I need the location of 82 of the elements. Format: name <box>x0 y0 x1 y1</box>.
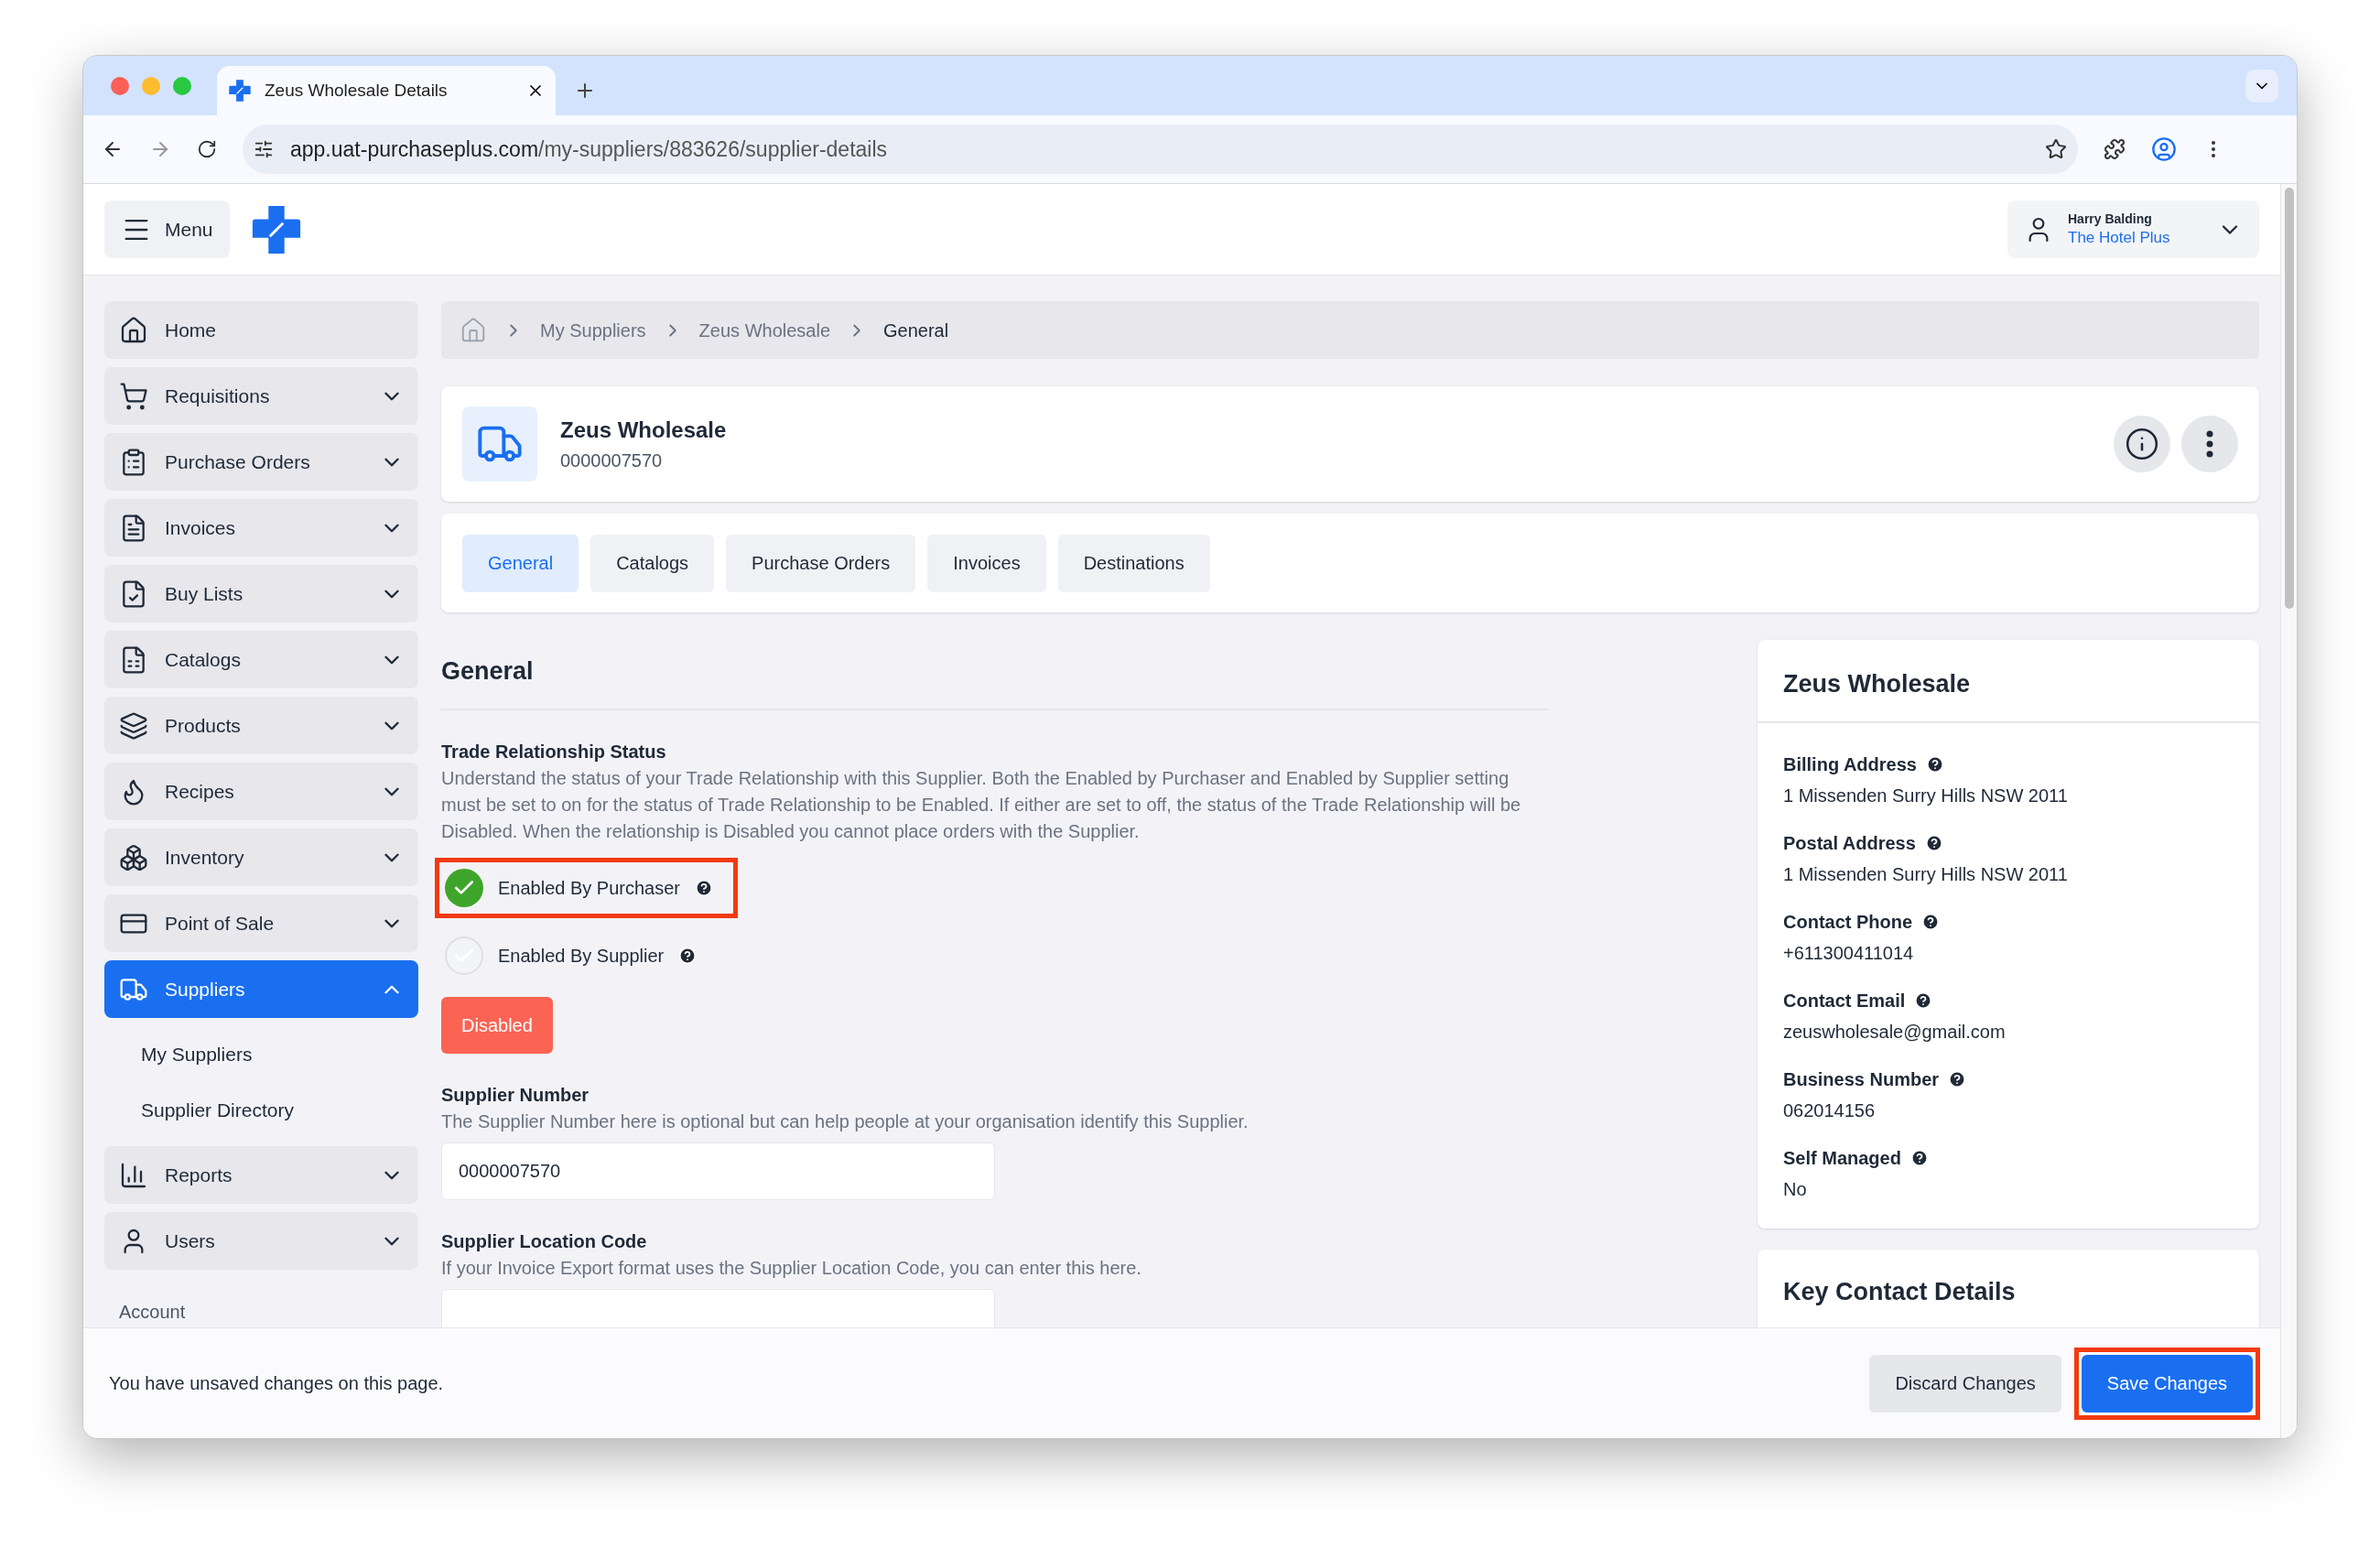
detail-value: 062014156 <box>1783 1099 1877 1122</box>
checkbox-label: Enabled By Supplier <box>498 944 665 968</box>
more-icon <box>2206 430 2213 458</box>
help-icon[interactable] <box>1924 833 1943 852</box>
detail-label: Business Number <box>1783 1067 1940 1091</box>
layers-icon <box>119 710 148 741</box>
field-description: The Supplier Number here is optional but can help people at your organisation identify this Supplier. <box>441 1110 1250 1133</box>
breadcrumb-link[interactable]: My Suppliers <box>540 316 646 344</box>
save-button[interactable]: Save Changes <box>2081 1354 2253 1413</box>
status-badge: Disabled <box>441 996 553 1054</box>
sidebar-item[interactable]: Purchase Orders <box>104 433 418 491</box>
detail-value: zeuswholesale@gmail.com <box>1783 1020 2007 1044</box>
detail-value: No <box>1783 1177 1808 1201</box>
sidebar-item[interactable]: Users <box>104 1212 418 1270</box>
field-description: Understand the status of your Trade Relationship with this Supplier. Both the Enabled by Purchaser and Enabled by Supplier setting must be set to on for the status of Trade Relationship to be Enabled. If either are set to off, the status of the Trade Relationship will be Disabled. When the relationship is Disabled you cannot place orders with the Supplier. <box>441 766 1522 843</box>
reload-icon[interactable] <box>197 139 217 159</box>
site-settings-icon[interactable] <box>254 139 274 159</box>
logo-icon[interactable] <box>228 79 252 103</box>
browser-tab[interactable]: Zeus Wholesale Details <box>217 66 556 115</box>
sidebar-item[interactable]: Point of Sale <box>104 894 418 952</box>
sidebar-item[interactable]: Suppliers <box>104 960 418 1018</box>
tab[interactable]: Invoices <box>927 534 1046 592</box>
help-icon[interactable] <box>695 878 713 897</box>
sidebar-item[interactable]: Inventory <box>104 828 418 886</box>
detail-label: Billing Address <box>1783 752 1917 776</box>
field-label: Supplier Location Code <box>441 1229 648 1253</box>
section-heading: General <box>441 656 535 687</box>
detail-value: 1 Missenden Surry Hills NSW 2011 <box>1783 862 2069 886</box>
boxes-icon <box>119 842 148 872</box>
help-icon[interactable] <box>1948 1069 1967 1088</box>
detail-label: Contact Phone <box>1783 910 1913 934</box>
sidebar-item[interactable]: Home <box>104 301 418 359</box>
tab[interactable]: Destinations <box>1057 534 1210 592</box>
supplier-name: Zeus Wholesale <box>560 417 728 444</box>
user-menu-button[interactable]: Harry Balding The Hotel Plus <box>2007 200 2259 258</box>
truck-icon <box>462 406 537 482</box>
url-text: app.uat-purchaseplus.com/my-suppliers/883626/supplier-details <box>290 135 889 163</box>
info-icon <box>2125 427 2159 461</box>
field-label: Supplier Number <box>441 1083 590 1107</box>
sidebar-item[interactable]: Products <box>104 697 418 754</box>
supplier-number: 0000007570 <box>560 449 664 472</box>
checkbox[interactable] <box>445 868 483 907</box>
sidebar-item[interactable]: Catalogs <box>104 631 418 688</box>
text-input[interactable]: 0000007570 <box>441 1142 995 1200</box>
discard-button[interactable]: Discard Changes <box>1869 1354 2061 1413</box>
tab[interactable]: General <box>462 534 579 592</box>
tab[interactable]: Catalogs <box>590 534 715 592</box>
sidebar-subitem[interactable]: Supplier Directory <box>104 1082 418 1138</box>
help-icon[interactable] <box>1914 991 1933 1010</box>
checkbox[interactable] <box>445 936 483 975</box>
sidebar-item[interactable]: Invoices <box>104 499 418 557</box>
sidebar-item[interactable]: Recipes <box>104 763 418 820</box>
detail-label: Postal Address <box>1783 831 1916 855</box>
help-icon[interactable] <box>1909 1148 1929 1167</box>
menu-button[interactable]: Menu <box>104 200 230 258</box>
section-label: Account <box>118 1301 187 1324</box>
sidebar-item[interactable]: Reports <box>104 1146 418 1204</box>
detail-label: Contact Email <box>1783 989 1906 1012</box>
card-title: Zeus Wholesale <box>1782 669 1972 699</box>
detail-label: Self Managed <box>1783 1146 1901 1170</box>
sidebar-item[interactable]: Requisitions <box>104 367 418 425</box>
address-bar[interactable]: app.uat-purchaseplus.com/my-suppliers/883626/supplier-details <box>243 124 2078 174</box>
field-label: Trade Relationship Status <box>441 740 667 763</box>
unsaved-message: You have unsaved changes on this page. <box>109 1372 445 1395</box>
help-icon[interactable] <box>678 946 698 965</box>
detail-value: +611300411014 <box>1783 941 1915 965</box>
help-icon[interactable] <box>1921 912 1941 931</box>
detail-value: 1 Missenden Surry Hills NSW 2011 <box>1783 784 2069 807</box>
sidebar-subitem[interactable]: My Suppliers <box>104 1026 418 1082</box>
extensions-icon[interactable] <box>2104 138 2126 160</box>
help-icon[interactable] <box>1925 754 1944 774</box>
checkbox-label: Enabled By Purchaser <box>498 876 680 900</box>
tab[interactable]: Purchase Orders <box>726 534 916 592</box>
scrollbar[interactable] <box>2280 184 2297 1438</box>
profile-icon[interactable] <box>2151 136 2177 162</box>
card-title: Key Contact Details <box>1782 1276 2017 1307</box>
breadcrumb-link[interactable]: Zeus Wholesale <box>698 316 830 344</box>
house-icon <box>119 315 148 345</box>
field-description: If your Invoice Export format uses the Supplier Location Code, you can enter this here. <box>441 1256 1142 1280</box>
cart-icon <box>119 381 148 411</box>
bookmark-star-icon[interactable] <box>2045 138 2067 160</box>
sidebar-item[interactable]: Buy Lists <box>104 565 418 622</box>
